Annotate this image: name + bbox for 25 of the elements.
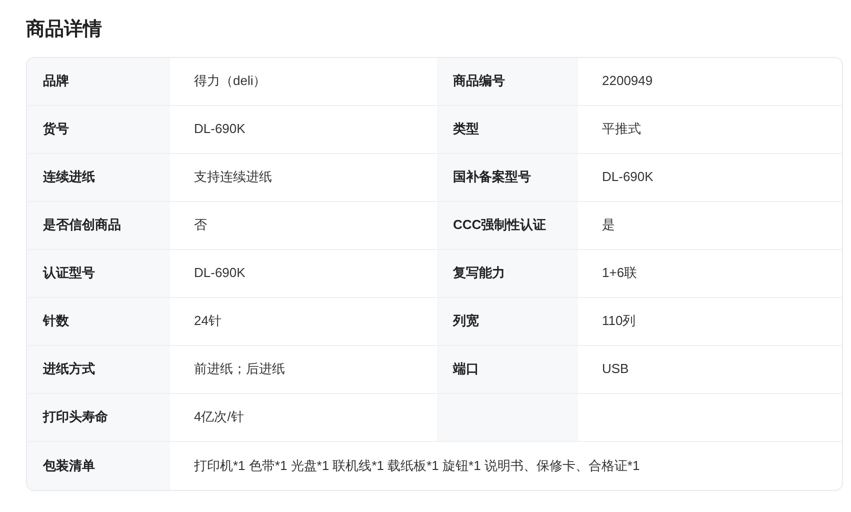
spec-value: 平推式	[578, 106, 842, 154]
spec-value: 打印机*1 色带*1 光盘*1 联机线*1 载纸板*1 旋钮*1 说明书、保修卡、合格证*1	[193, 456, 641, 475]
spec-label: CCC强制性认证	[437, 202, 578, 250]
spec-label: 进纸方式	[27, 346, 170, 394]
spec-label: 复写能力	[437, 250, 578, 298]
spec-label: 连续进纸	[27, 154, 170, 202]
spec-value: 是	[578, 202, 842, 250]
spec-label: 品牌	[27, 58, 170, 106]
spec-label: 货号	[27, 106, 170, 154]
spec-label: 是否信创商品	[27, 202, 170, 250]
spec-label: 商品编号	[437, 58, 578, 106]
spec-label: 打印头寿命	[27, 394, 170, 442]
spec-value: 110列	[578, 298, 842, 346]
spec-value: 2200949	[578, 58, 842, 106]
spec-label: 列宽	[437, 298, 578, 346]
spec-label: 针数	[27, 298, 170, 346]
spec-value: 1+6联	[578, 250, 842, 298]
spec-value: USB	[578, 346, 842, 394]
spec-value: DL-690K	[578, 154, 842, 202]
spec-label: 端口	[437, 346, 578, 394]
spec-label: 国补备案型号	[437, 154, 578, 202]
spec-label: 认证型号	[27, 250, 170, 298]
spec-label: 类型	[437, 106, 578, 154]
spec-label: 包装清单	[27, 442, 170, 490]
section-title: 商品详情	[26, 18, 103, 42]
